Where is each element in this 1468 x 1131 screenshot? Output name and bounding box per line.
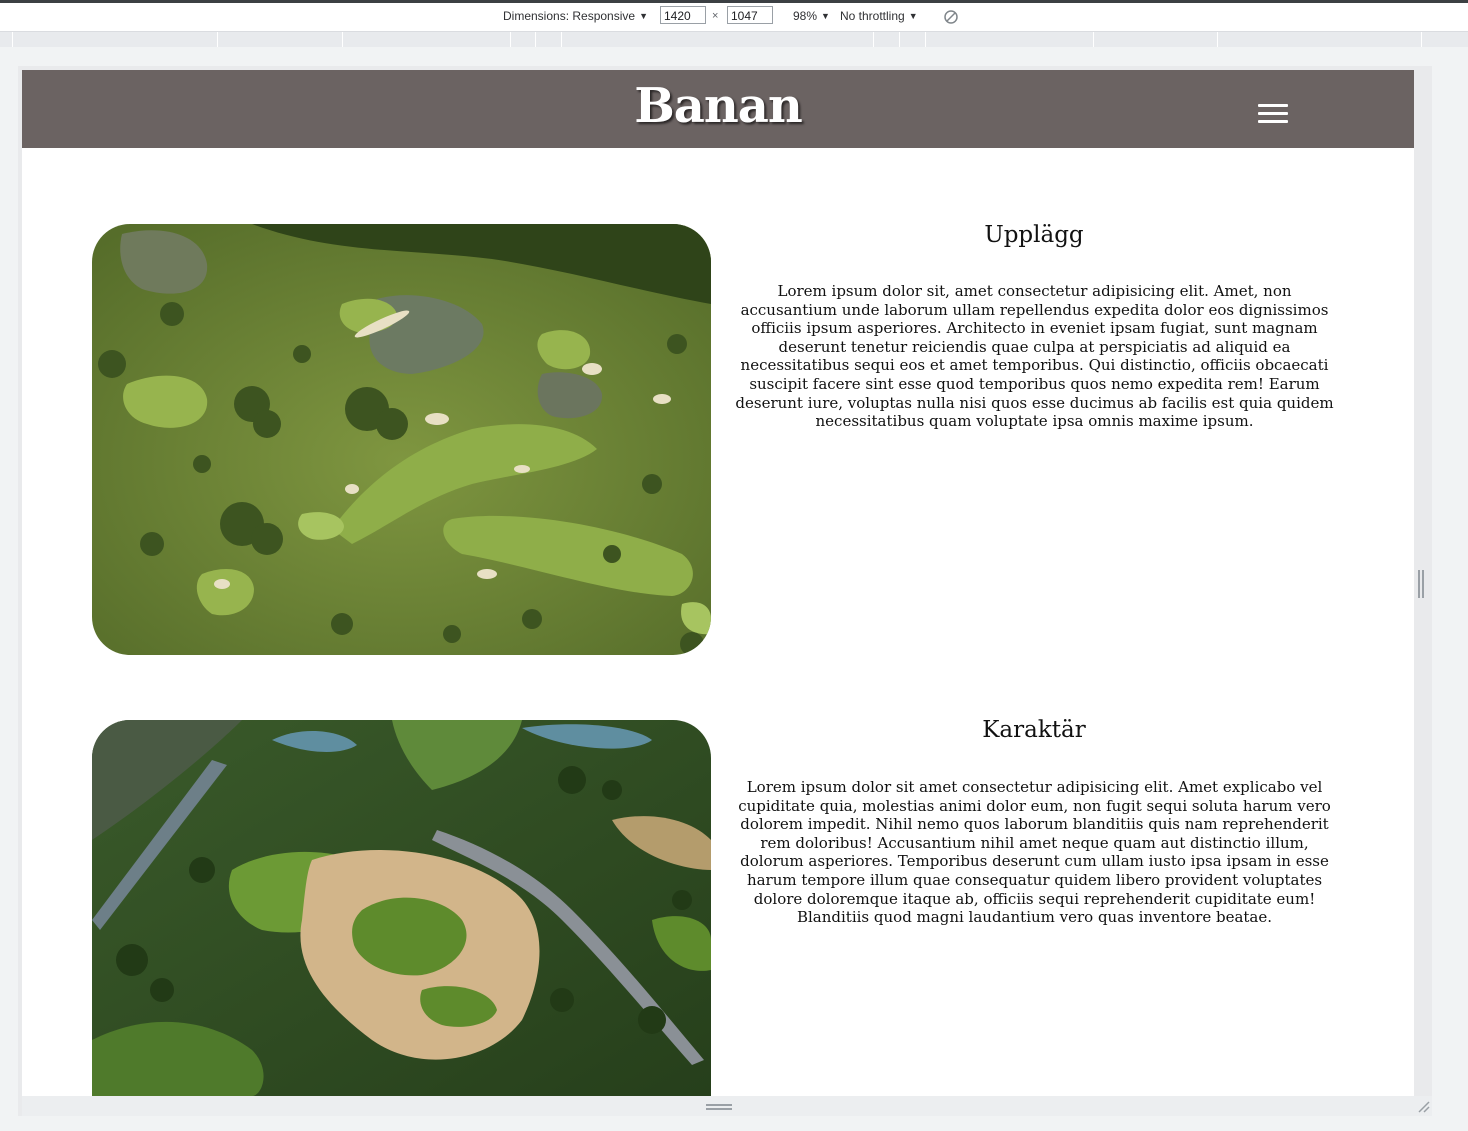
dimensions-dropdown[interactable]: Dimensions: Responsive ▼	[503, 9, 648, 23]
ruler-segment[interactable]	[899, 32, 900, 47]
ruler-segment[interactable]	[925, 32, 926, 47]
device-toolbar: Dimensions: Responsive ▼ 1420 × 1047 98%…	[0, 3, 1468, 32]
ruler-segment[interactable]	[1217, 32, 1218, 47]
throttling-dropdown[interactable]: No throttling ▼	[840, 9, 918, 23]
section-title: Karaktär	[982, 717, 1086, 743]
ruler-segment[interactable]	[342, 32, 343, 47]
emulated-viewport: Banan Upplägg Lorem ipsum dolor sit, ame…	[22, 70, 1414, 1096]
site-title[interactable]: Banan	[22, 78, 1414, 134]
throttling-label: No throttling	[840, 9, 905, 23]
golf-course-aerial-photo	[92, 720, 711, 1096]
chevron-down-icon: ▼	[908, 11, 918, 21]
section-text: Lorem ipsum dolor sit, amet consectetur …	[735, 282, 1334, 431]
viewport-width-resize-handle[interactable]	[1418, 570, 1424, 598]
ruler-segment[interactable]	[1421, 32, 1422, 47]
resize-corner-icon[interactable]	[1415, 1098, 1431, 1114]
ruler-segment[interactable]	[535, 32, 536, 47]
ruler-segment[interactable]	[561, 32, 562, 47]
height-input[interactable]: 1047	[727, 6, 773, 24]
rotate-disabled-icon[interactable]	[943, 9, 959, 25]
section-title: Upplägg	[984, 222, 1084, 248]
section-text: Lorem ipsum dolor sit amet consectetur a…	[738, 778, 1331, 927]
ruler-segment[interactable]	[873, 32, 874, 47]
media-query-ruler[interactable]	[0, 32, 1468, 47]
ruler-segment[interactable]	[1093, 32, 1094, 47]
chevron-down-icon: ▼	[821, 11, 830, 21]
site-header: Banan	[22, 70, 1414, 148]
zoom-label: 98%	[793, 9, 818, 23]
chevron-down-icon: ▼	[639, 11, 648, 21]
ruler-segment[interactable]	[12, 32, 13, 47]
width-input[interactable]: 1420	[660, 6, 706, 24]
zoom-dropdown[interactable]: 98% ▼	[793, 9, 830, 23]
times-separator: ×	[712, 10, 719, 22]
hamburger-menu-icon[interactable]	[1258, 104, 1290, 126]
ruler-segment[interactable]	[510, 32, 511, 47]
viewport-height-resize-handle[interactable]	[706, 1104, 732, 1110]
dimensions-label: Dimensions: Responsive	[503, 9, 636, 23]
golf-course-aerial-photo	[92, 224, 711, 655]
ruler-segment[interactable]	[217, 32, 218, 47]
